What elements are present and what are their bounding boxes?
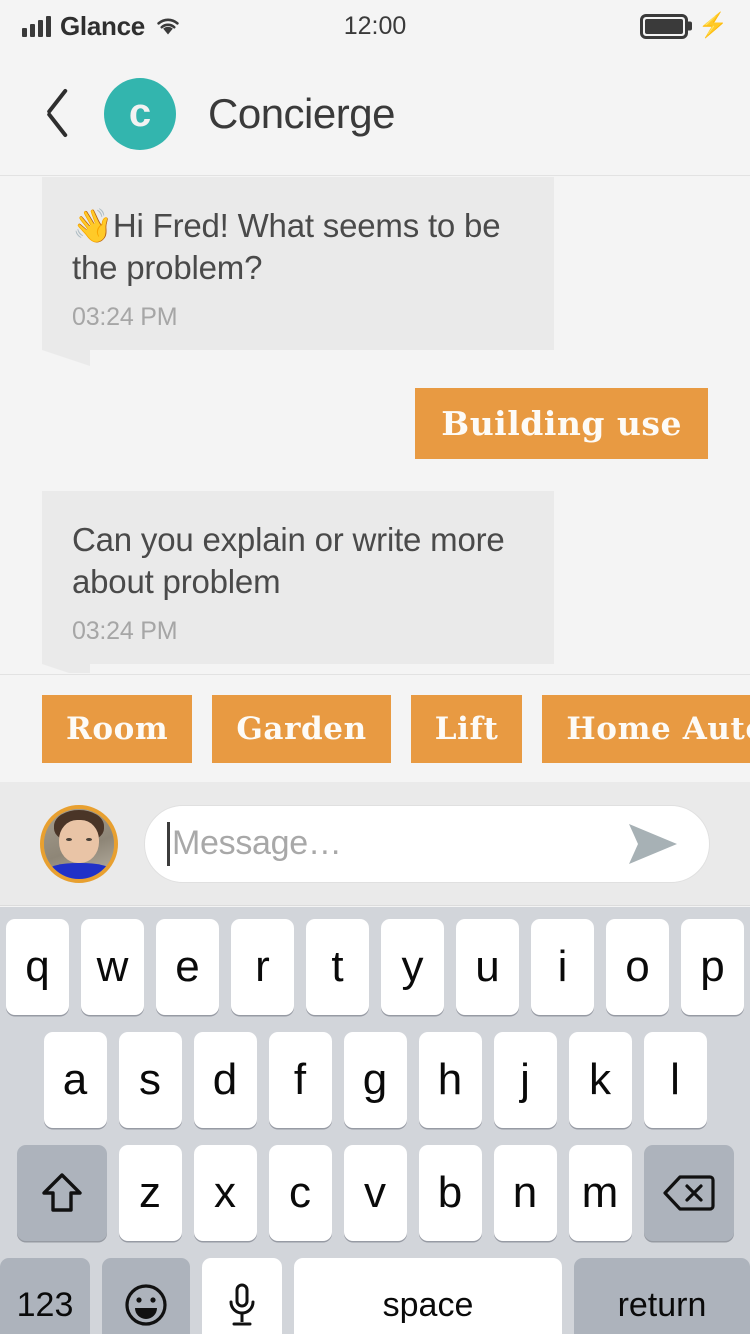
message-row-incoming: 👋Hi Fred! What seems to be the problem? … <box>0 177 750 366</box>
wifi-icon <box>154 15 182 37</box>
send-arrow-icon[interactable] <box>625 820 681 868</box>
key-z[interactable]: z <box>118 1145 182 1241</box>
key-u[interactable]: u <box>456 919 519 1015</box>
page-title: Concierge <box>208 89 395 137</box>
keyboard-row-4: 123 space return <box>0 1258 750 1334</box>
message-row-outgoing: Building use <box>0 387 750 459</box>
quick-reply-chip-list: Room Garden Lift Home Automation <box>0 694 750 763</box>
chat-message-list[interactable]: 👋Hi Fred! What seems to be the problem? … <box>0 177 750 673</box>
lightning-bolt-icon: ⚡ <box>698 12 728 39</box>
message-row-incoming: Can you explain or write more about prob… <box>0 490 750 673</box>
status-bar-right: ⚡ <box>640 12 728 39</box>
keyboard-row-2: a s d f g h j k l <box>0 1032 750 1128</box>
key-v[interactable]: v <box>343 1145 407 1241</box>
key-f[interactable]: f <box>268 1032 332 1128</box>
key-k[interactable]: k <box>568 1032 632 1128</box>
key-a[interactable]: a <box>43 1032 107 1128</box>
key-w[interactable]: w <box>81 919 144 1015</box>
message-text: Can you explain or write more about prob… <box>72 520 505 600</box>
key-d[interactable]: d <box>193 1032 257 1128</box>
status-bar: Glance 12:00 ⚡ <box>0 0 750 52</box>
key-i[interactable]: i <box>531 919 594 1015</box>
key-r[interactable]: r <box>231 919 294 1015</box>
battery-full-icon <box>640 13 689 39</box>
key-c[interactable]: c <box>268 1145 332 1241</box>
back-chevron-icon[interactable] <box>36 85 82 143</box>
key-o[interactable]: o <box>606 919 669 1015</box>
signal-bars-icon <box>22 15 51 37</box>
quick-reply-chip-home-automation[interactable]: Home Automation <box>542 694 750 763</box>
message-bubble-incoming: 👋Hi Fred! What seems to be the problem? … <box>42 177 554 366</box>
message-text: 👋Hi Fred! What seems to be the problem? <box>72 207 501 286</box>
contact-avatar-initial: c <box>128 91 152 135</box>
key-e[interactable]: e <box>156 919 219 1015</box>
quick-reply-chip-room[interactable]: Room <box>42 694 193 763</box>
message-input-bar: Message… <box>0 782 750 906</box>
message-input-field[interactable]: Message… <box>144 804 710 883</box>
carrier-label: Glance <box>60 10 145 41</box>
quick-reply-bar[interactable]: Room Garden Lift Home Automation <box>0 674 750 782</box>
key-p[interactable]: p <box>681 919 744 1015</box>
key-l[interactable]: l <box>643 1032 707 1128</box>
status-bar-left: Glance <box>22 11 182 42</box>
key-x[interactable]: x <box>193 1145 257 1241</box>
contact-avatar: c <box>104 77 176 150</box>
key-q[interactable]: q <box>6 919 69 1015</box>
key-space[interactable]: space <box>294 1258 562 1334</box>
key-m[interactable]: m <box>568 1145 632 1241</box>
key-j[interactable]: j <box>493 1032 557 1128</box>
on-screen-keyboard[interactable]: q w e r t y u i o p a s d f g h j k l z … <box>0 907 750 1334</box>
backspace-icon[interactable] <box>643 1145 734 1241</box>
key-g[interactable]: g <box>343 1032 407 1128</box>
avatar-photo <box>44 808 114 879</box>
emoji-smiley-icon[interactable] <box>102 1258 190 1334</box>
key-n[interactable]: n <box>493 1145 557 1241</box>
key-numbers[interactable]: 123 <box>0 1258 90 1334</box>
key-s[interactable]: s <box>118 1032 182 1128</box>
quick-reply-chip-garden[interactable]: Garden <box>212 694 391 763</box>
chat-header: c Concierge <box>0 52 750 176</box>
message-bubble-incoming: Can you explain or write more about prob… <box>42 490 554 673</box>
message-timestamp: 03:24 PM <box>72 302 178 331</box>
key-h[interactable]: h <box>418 1032 482 1128</box>
message-input-placeholder: Message… <box>172 824 342 862</box>
phone-screen: Glance 12:00 ⚡ c Concierge 👋Hi Fred! Wha… <box>0 0 750 1334</box>
key-y[interactable]: y <box>381 919 444 1015</box>
message-timestamp: 03:24 PM <box>72 616 178 645</box>
key-t[interactable]: t <box>306 919 369 1015</box>
message-bubble-outgoing: Building use <box>415 387 708 459</box>
keyboard-row-3: z x c v b n m <box>0 1145 750 1241</box>
key-return[interactable]: return <box>574 1258 750 1334</box>
key-b[interactable]: b <box>418 1145 482 1241</box>
text-cursor <box>167 821 170 866</box>
keyboard-row-1: q w e r t y u i o p <box>0 919 750 1015</box>
shift-arrow-icon[interactable] <box>16 1145 107 1241</box>
user-avatar[interactable] <box>40 804 118 883</box>
quick-reply-chip-lift[interactable]: Lift <box>410 694 523 763</box>
microphone-icon[interactable] <box>202 1258 282 1334</box>
